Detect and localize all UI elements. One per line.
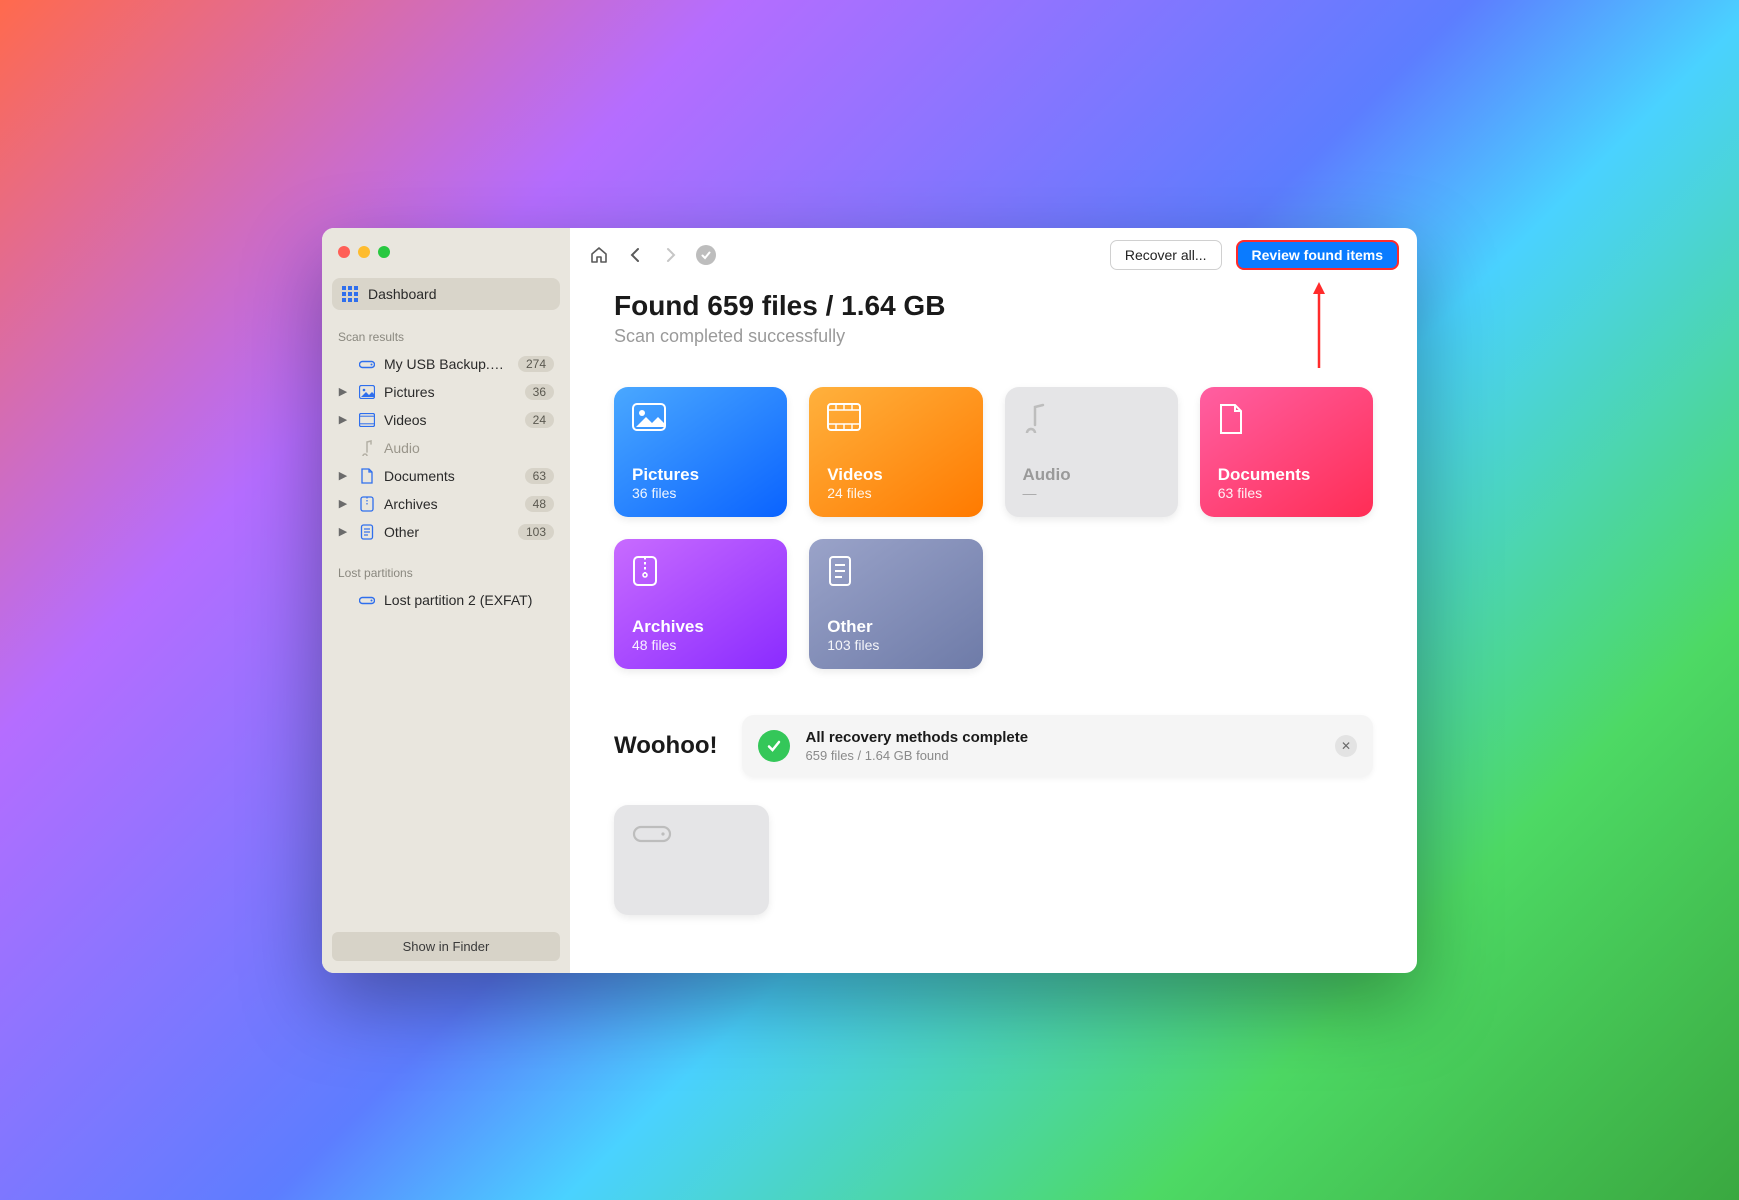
- card-drive[interactable]: [614, 805, 769, 915]
- toast-close-button[interactable]: ✕: [1335, 735, 1357, 757]
- review-found-items-button[interactable]: Review found items: [1236, 240, 1399, 270]
- video-icon: [827, 403, 964, 437]
- drive-card-row: [614, 805, 1373, 915]
- sidebar-item-label: Other: [384, 524, 510, 540]
- forward-button[interactable]: [660, 244, 682, 266]
- window-controls: [338, 246, 560, 258]
- card-title: Videos: [827, 465, 964, 485]
- card-title: Documents: [1218, 465, 1355, 485]
- toast-text: All recovery methods complete 659 files …: [806, 729, 1319, 763]
- archive-icon: [632, 555, 769, 589]
- document-icon: [358, 468, 376, 484]
- toast-title: All recovery methods complete: [806, 729, 1319, 746]
- content-area: Found 659 files / 1.64 GB Scan completed…: [570, 274, 1417, 973]
- close-window-button[interactable]: [338, 246, 350, 258]
- video-icon: [358, 413, 376, 427]
- sidebar-item-videos[interactable]: ▶ Videos 24: [332, 406, 560, 434]
- sidebar-item-other[interactable]: ▶ Other 103: [332, 518, 560, 546]
- chevron-right-icon: ▶: [336, 385, 350, 398]
- card-documents[interactable]: Documents 63 files: [1200, 387, 1373, 517]
- card-count: 103 files: [827, 637, 964, 653]
- lost-partitions-heading: Lost partitions: [338, 566, 556, 580]
- card-title: Other: [827, 617, 964, 637]
- count-badge: 24: [525, 412, 554, 428]
- recover-all-button[interactable]: Recover all...: [1110, 240, 1222, 270]
- chevron-right-icon: ▶: [336, 525, 350, 538]
- sidebar-item-audio[interactable]: Audio: [332, 434, 560, 462]
- card-title: Audio: [1023, 465, 1160, 485]
- dashboard-label: Dashboard: [368, 286, 437, 302]
- sidebar-item-label: Videos: [384, 412, 517, 428]
- card-pictures[interactable]: Pictures 36 files: [614, 387, 787, 517]
- show-in-finder-button[interactable]: Show in Finder: [332, 932, 560, 961]
- audio-icon: [358, 440, 376, 456]
- main-panel: Recover all... Review found items Found …: [570, 228, 1417, 973]
- count-badge: 48: [525, 496, 554, 512]
- home-button[interactable]: [588, 244, 610, 266]
- card-archives[interactable]: Archives 48 files: [614, 539, 787, 669]
- scan-results-heading: Scan results: [338, 330, 556, 344]
- card-audio[interactable]: Audio —: [1005, 387, 1178, 517]
- category-cards: Pictures 36 files Videos 24 files Audio …: [614, 387, 1373, 669]
- count-badge: 63: [525, 468, 554, 484]
- page-subtitle: Scan completed successfully: [614, 326, 1373, 347]
- sidebar-item-dashboard[interactable]: Dashboard: [332, 278, 560, 310]
- sidebar-item-lost-partition[interactable]: Lost partition 2 (EXFAT): [332, 586, 560, 614]
- sidebar-item-label: My USB Backup.d…: [384, 356, 510, 372]
- completion-row: Woohoo! All recovery methods complete 65…: [614, 715, 1373, 777]
- sidebar-item-label: Pictures: [384, 384, 517, 400]
- card-count: —: [1023, 485, 1160, 501]
- picture-icon: [358, 385, 376, 399]
- drive-icon: [358, 594, 376, 606]
- back-button[interactable]: [624, 244, 646, 266]
- minimize-window-button[interactable]: [358, 246, 370, 258]
- sidebar-item-pictures[interactable]: ▶ Pictures 36: [332, 378, 560, 406]
- count-badge: 274: [518, 356, 554, 372]
- card-count: 63 files: [1218, 485, 1355, 501]
- chevron-right-icon: ▶: [336, 497, 350, 510]
- other-icon: [358, 524, 376, 540]
- card-title: Pictures: [632, 465, 769, 485]
- other-icon: [827, 555, 964, 589]
- count-badge: 103: [518, 524, 554, 540]
- completion-toast: All recovery methods complete 659 files …: [742, 715, 1373, 777]
- check-circle-icon: [758, 730, 790, 762]
- app-window: Dashboard Scan results My USB Backup.d… …: [322, 228, 1417, 973]
- archive-icon: [358, 496, 376, 512]
- sidebar-item-label: Archives: [384, 496, 517, 512]
- woohoo-heading: Woohoo!: [614, 732, 718, 760]
- sidebar-item-archives[interactable]: ▶ Archives 48: [332, 490, 560, 518]
- sidebar-item-label: Documents: [384, 468, 517, 484]
- card-count: 48 files: [632, 637, 769, 653]
- sidebar-item-backup[interactable]: My USB Backup.d… 274: [332, 350, 560, 378]
- count-badge: 36: [525, 384, 554, 400]
- maximize-window-button[interactable]: [378, 246, 390, 258]
- audio-icon: [1023, 403, 1160, 437]
- card-count: 24 files: [827, 485, 964, 501]
- card-videos[interactable]: Videos 24 files: [809, 387, 982, 517]
- sidebar-item-documents[interactable]: ▶ Documents 63: [332, 462, 560, 490]
- sidebar: Dashboard Scan results My USB Backup.d… …: [322, 228, 570, 973]
- card-other[interactable]: Other 103 files: [809, 539, 982, 669]
- card-count: 36 files: [632, 485, 769, 501]
- chevron-right-icon: ▶: [336, 413, 350, 426]
- toolbar: Recover all... Review found items: [570, 228, 1417, 274]
- chevron-right-icon: ▶: [336, 469, 350, 482]
- picture-icon: [632, 403, 769, 437]
- card-title: Archives: [632, 617, 769, 637]
- scan-status-icon: [696, 245, 716, 265]
- drive-icon: [632, 821, 751, 855]
- sidebar-item-label: Lost partition 2 (EXFAT): [384, 592, 554, 608]
- sidebar-item-label: Audio: [384, 440, 554, 456]
- document-icon: [1218, 403, 1355, 437]
- drive-icon: [358, 358, 376, 370]
- toast-subtitle: 659 files / 1.64 GB found: [806, 748, 1319, 763]
- page-title: Found 659 files / 1.64 GB: [614, 290, 1373, 322]
- grid-icon: [342, 286, 358, 302]
